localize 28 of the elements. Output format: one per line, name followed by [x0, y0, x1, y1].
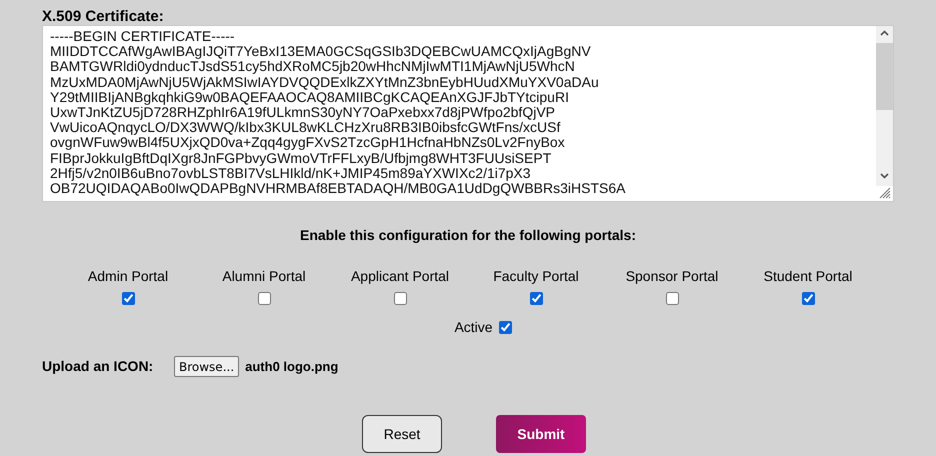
resize-grip-icon[interactable] — [879, 187, 891, 199]
checkbox-label: Alumni Portal — [222, 267, 306, 286]
certificate-text: -----BEGIN CERTIFICATE----- MIIDDTCCAfWgAwIBAgIJQiT7YeBxI13EMA0GCSqGSIb3DQEBCwUAMCQxIjAgBgNV BAMTGWRldi0ydnducTJsdS51cy5hdXRoMC5jb20wHhcNMjIwMTI1MjAwNjU5WhcN MzUxMDA0MjAwNjU5WjAkMSIwIAYDVQQDExlkZXYtMnZ3bnEybHUudXMuYXV0aDAu Y29tMIIBIjANBgkqhkiG9w0BAQEFAAOCAQ8AMIIBCgKCAQEAnXGJFJbTYtcipuRI UxwTJnKtZU5jD728RHZphIr6A19fULkmnS30yNY7OaPxebxx7d8jPWfpo2bfQjVP VwUicoAQnqycLO/DX3WWQ/kIbx3KUL8wKLCHzXru8RB3IB0ibsfcGWtFns/xcUSf ovgnWFuw9wBl4f5UXjxQD0va+Zqq4gygFXvS2TzcGpH1HcfnaHbNZs0Lv2FnyBox FIBprJokkuIgBftDqIXgr8JnFGPbvyGWmoVTrFFLxyB/Ufbjmg8WHT3FUUsiSEPT 2Hfj5/v2n0IB6uBno7ovbLST8BI7VsLHIkld/nK+JMIP45m89aYXWIXc2/1i7pX3 OB72UQIDAQABo0IwQDAPBgNVHRMBAf8EBTADAQH/MB0GA1UdDgQWBBRs3iHSTS6A — [50, 29, 626, 196]
checkbox[interactable] — [122, 292, 134, 305]
checkbox-label: Faculty Portal — [493, 267, 579, 286]
reset-button[interactable]: Reset — [362, 415, 442, 453]
checkbox[interactable] — [666, 292, 678, 305]
checkbox-label: Sponsor Portal — [626, 267, 718, 286]
browse-button[interactable]: Browse... — [174, 356, 240, 377]
scrollbar-thumb[interactable] — [876, 43, 893, 110]
certificate-textarea[interactable] — [42, 25, 894, 202]
checkbox[interactable] — [802, 292, 814, 305]
scroll-up-icon[interactable] — [880, 30, 889, 36]
checkbox-label: Applicant Portal — [350, 267, 450, 286]
section-heading: Enable this configuration for the following portals: — [299, 226, 637, 245]
scroll-down-icon[interactable] — [880, 173, 889, 179]
field-label: X.509 Certificate: — [42, 8, 165, 25]
checkbox[interactable] — [394, 292, 406, 305]
checkbox-label: Admin Portal — [88, 267, 168, 286]
checkbox[interactable] — [258, 292, 270, 305]
submit-button[interactable]: Submit — [496, 415, 586, 453]
checkbox-label: Active — [454, 318, 493, 337]
checkbox-label: Student Portal — [764, 267, 852, 286]
scrollbar[interactable] — [876, 26, 893, 186]
checkbox[interactable] — [498, 321, 512, 334]
file-name: auth0 logo.png — [245, 358, 338, 376]
checkbox[interactable] — [530, 292, 542, 305]
field-label: Upload an ICON: — [42, 357, 154, 376]
